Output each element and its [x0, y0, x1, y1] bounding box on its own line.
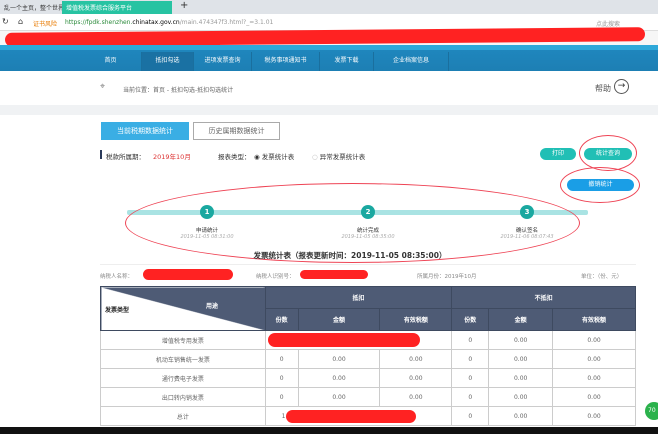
cell: 0 — [451, 387, 490, 407]
annotation-circle — [579, 135, 637, 171]
cell: 通行费电子发票 — [100, 368, 266, 388]
cell: 0.00 — [488, 349, 554, 369]
url-domain: chinatax.gov.cn — [132, 19, 180, 26]
cell: 0.00 — [488, 330, 554, 350]
home-icon[interactable]: ⌂ — [18, 17, 23, 26]
table-row: 增值税专用发票 0 0.00 0.00 — [100, 330, 636, 350]
cell: 0.00 — [488, 406, 554, 426]
col-header: 有效税额 — [379, 308, 453, 331]
table-row-total: 总计 1 0 0.00 0.00 — [100, 406, 636, 426]
col-header: 份数 — [451, 308, 490, 331]
cell: 0.00 — [297, 368, 381, 388]
cell: 0 — [451, 330, 490, 350]
col-header: 份数 — [264, 308, 299, 331]
breadcrumb: 当前位置：首页 - 抵扣勾选-抵扣勾选统计 — [123, 87, 234, 94]
tab-history-period[interactable]: 历史属期数据统计 — [193, 122, 280, 140]
divider — [100, 264, 636, 265]
url-text[interactable]: https://fpdk.shenzhen.chinatax.gov.cn/ma… — [65, 19, 273, 26]
redaction — [143, 269, 233, 280]
nav-enterprise-info[interactable]: 企业档案信息 — [374, 52, 449, 71]
period-label: 税款所属期： — [106, 153, 145, 161]
location-icon: ⌖ — [100, 82, 106, 92]
url-path: /main.474347f3.html?_=3.1.01 — [179, 19, 274, 26]
radio-abnormal-stats[interactable]: ○ 异常发票统计表 — [312, 151, 365, 161]
report-type-label: 报表类型： — [218, 153, 251, 161]
divider — [0, 105, 658, 115]
report-title: 发票统计表（报表更新时间：2019-11-05 08:35:00） — [253, 251, 447, 260]
radio-label: 异常发票统计表 — [319, 153, 366, 161]
header-no-deduct: 不抵扣 — [451, 286, 636, 309]
section-marker — [100, 150, 102, 159]
nav-deduction-check[interactable]: 抵扣勾选 — [142, 52, 194, 71]
header-deduct: 抵扣 — [264, 286, 453, 309]
radio-invoice-stats[interactable]: ◉ 发票统计表 — [254, 151, 294, 161]
cell: 机动车销售统一发票 — [100, 349, 266, 369]
cell: 0.00 — [552, 349, 636, 369]
period-value: 2019年10月 — [153, 153, 191, 161]
cell: 0 — [451, 368, 490, 388]
col-header: 金额 — [297, 308, 381, 331]
cell: 0 — [264, 349, 299, 369]
cell: 总计 — [100, 406, 266, 426]
cell: 0 — [451, 406, 490, 426]
table-row: 通行费电子发票 0 0.00 0.00 0 0.00 0.00 — [100, 368, 636, 388]
redacted-cells: 1 — [264, 406, 453, 426]
annotation-circle — [560, 167, 640, 203]
cell: 0.00 — [552, 330, 636, 350]
taxpayer-id-label: 纳税人识别号： — [256, 274, 295, 280]
cell: 0.00 — [379, 368, 453, 388]
nav-input-invoice-query[interactable]: 进项发票查询 — [194, 52, 252, 71]
url-prefix: https://fpdk.shenzhen. — [65, 19, 133, 26]
cell: 1 — [281, 412, 286, 420]
invoice-stats-table: 发票类型 用途 抵扣 不抵扣 份数 金额 有效税额 份数 金额 有效税额 增值税… — [100, 286, 636, 426]
cell: 0.00 — [552, 406, 636, 426]
cell: 0.00 — [552, 387, 636, 407]
cell: 0.00 — [488, 387, 554, 407]
cell: 0.00 — [379, 349, 453, 369]
cell: 0 — [451, 349, 490, 369]
breadcrumb-bar: ⌖ 当前位置：首页 - 抵扣勾选-抵扣勾选统计 帮助 → — [0, 71, 658, 105]
redaction — [300, 270, 368, 279]
browser-tab-active[interactable]: 增值税发票综合服务平台 — [62, 1, 172, 14]
cell: 0.00 — [488, 368, 554, 388]
cell: 增值税专用发票 — [100, 330, 266, 350]
report-month: 所属月份：2019年10月 — [417, 274, 477, 280]
radio-label: 发票统计表 — [261, 153, 295, 161]
help-link[interactable]: 帮助 — [595, 83, 611, 94]
cell: 0.00 — [379, 387, 453, 407]
security-warning[interactable]: 证书风险 — [33, 19, 57, 28]
cell: 0 — [264, 387, 299, 407]
arrow-right-circle-icon[interactable]: → — [614, 79, 629, 94]
table-row: 机动车销售统一发票 0 0.00 0.00 0 0.00 0.00 — [100, 349, 636, 369]
nav-home[interactable]: 首页 — [80, 52, 142, 71]
nav-tax-notice[interactable]: 税务事项通知书 — [252, 52, 320, 71]
report-unit: 单位：（份、元） — [581, 274, 623, 280]
nav-invoice-download[interactable]: 发票下载 — [320, 52, 374, 71]
cell: 0.00 — [552, 368, 636, 388]
col-header: 有效税额 — [552, 308, 636, 331]
table-row: 出口转内销发票 0 0.00 0.00 0 0.00 0.00 — [100, 387, 636, 407]
print-button[interactable]: 打印 — [540, 148, 576, 160]
main-nav: 首页 抵扣勾选 进项发票查询 税务事项通知书 发票下载 企业档案信息 — [0, 45, 658, 71]
cell: 0.00 — [297, 349, 381, 369]
cell: 出口转内销发票 — [100, 387, 266, 407]
cell: 0.00 — [297, 387, 381, 407]
cell: 0 — [264, 368, 299, 388]
browser-tab[interactable]: 乱一个主页，整个世界 — [0, 1, 70, 14]
tab-current-period[interactable]: 当前税期数据统计 — [101, 122, 189, 140]
reload-icon[interactable]: ↻ — [2, 17, 9, 26]
taxpayer-name-label: 纳税人名称： — [100, 274, 134, 280]
header-invoice-type: 发票类型 — [105, 307, 130, 314]
header-use: 用途 — [206, 303, 219, 310]
redacted-cells — [264, 330, 453, 350]
floating-badge[interactable]: 70 — [645, 402, 658, 420]
col-header: 金额 — [488, 308, 554, 331]
browser-tab-bar: 乱一个主页，整个世界 增值税发票综合服务平台 + — [0, 0, 658, 14]
new-tab-button[interactable]: + — [180, 0, 188, 11]
corner-header: 发票类型 用途 — [100, 286, 266, 331]
